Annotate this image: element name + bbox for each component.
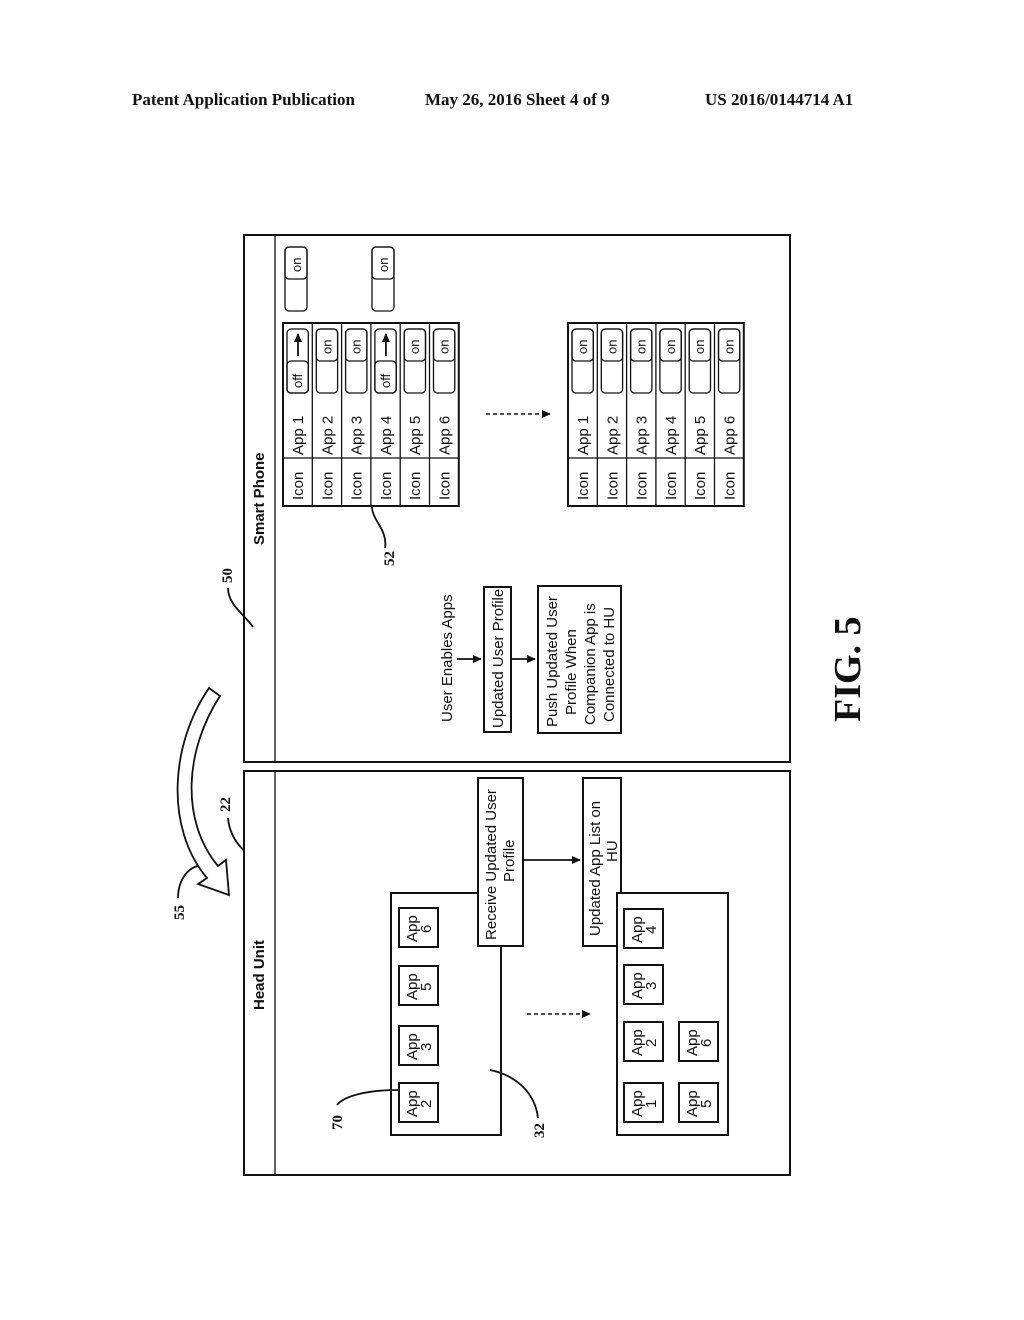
toggle-state: on <box>692 340 707 354</box>
app-tile[interactable]: App6 <box>678 1021 719 1062</box>
app-tile-number: 5 <box>698 1100 715 1108</box>
toggle-label: on <box>376 258 391 272</box>
flow-push-line-2: Profile When <box>563 629 580 715</box>
figure-5-drawing: Smart Phone on on Icon App 1 off Icon App 2 o… <box>172 234 869 1176</box>
app-name: App 2 <box>604 416 621 455</box>
app-tile-number: 4 <box>643 926 660 934</box>
app-icon-placeholder: Icon <box>722 472 739 500</box>
smart-phone-panel: Smart Phone on on Icon App 1 off Icon App 2 o… <box>220 234 791 763</box>
app-tile-number: 1 <box>643 1100 660 1108</box>
app-tile[interactable]: App2 <box>398 1082 439 1123</box>
toggle-state: on <box>437 340 452 354</box>
head-unit-title: Head Unit <box>251 940 268 1010</box>
flow-push-line-4: Connected to HU <box>601 607 618 722</box>
flow-step-user-enables-apps: User Enables Apps <box>439 594 456 722</box>
app-name: App 1 <box>575 416 592 455</box>
ref-22: 22 <box>218 797 234 812</box>
app-tile-number: 2 <box>643 1039 660 1047</box>
toggle-state: on <box>663 340 678 354</box>
app-icon-placeholder: Icon <box>349 472 366 500</box>
app-tile[interactable]: App1 <box>623 1082 664 1123</box>
curved-arrow-shape <box>176 686 231 897</box>
app-name: App 6 <box>722 416 739 455</box>
app-tile-number: 5 <box>418 983 435 991</box>
toggle-state: on <box>319 340 334 354</box>
app-name: App 1 <box>290 416 307 455</box>
flow-step-updated-user-profile: Updated User Profile <box>490 589 507 728</box>
app-list-after: Icon App 1 on Icon App 2 on Icon App 3 on Icon App… <box>567 322 745 507</box>
update-line-2: HU <box>604 840 621 862</box>
app-tile[interactable]: App4 <box>623 908 664 949</box>
head-unit-panel: Head Unit App2 App3 App5 App6 Receive Updat… <box>243 770 791 1176</box>
smart-phone-title: Smart Phone <box>251 452 268 545</box>
toggle-state: on <box>604 340 619 354</box>
ref-32: 32 <box>532 1123 548 1138</box>
app-name: App 6 <box>437 416 454 455</box>
app-name: App 4 <box>378 416 395 455</box>
app-tile[interactable]: App2 <box>623 1021 664 1062</box>
toggle-state: off <box>290 373 305 388</box>
app-tile[interactable]: App3 <box>398 1025 439 1066</box>
figure-label: FIG. 5 <box>827 616 869 722</box>
ref-52: 52 <box>382 551 398 566</box>
toggle-state: on <box>575 340 590 354</box>
app-name: App 3 <box>634 416 651 455</box>
toggle-state: on <box>349 340 364 354</box>
toggle-label: on <box>289 258 304 272</box>
app-name: App 3 <box>349 416 366 455</box>
app-icon-placeholder: Icon <box>634 472 651 500</box>
toggle-state: on <box>722 340 737 354</box>
app-list-before: Icon App 1 off Icon App 2 on Icon App 3 on Icon Ap… <box>282 322 460 507</box>
flow-push-line-3: Companion App is <box>582 603 599 725</box>
app-icon-placeholder: Icon <box>437 472 454 500</box>
receive-line-2: Profile <box>501 839 518 882</box>
app-tile-number: 3 <box>643 982 660 990</box>
app-tile[interactable]: App6 <box>398 907 439 948</box>
app-name: App 5 <box>407 416 424 455</box>
flow-push-line-1: Push Updated User <box>544 596 561 727</box>
app-tile[interactable]: App3 <box>623 964 664 1005</box>
app-icon-placeholder: Icon <box>575 472 592 500</box>
app-icon-placeholder: Icon <box>378 472 395 500</box>
app-icon-placeholder: Icon <box>604 472 621 500</box>
app-name: App 2 <box>319 416 336 455</box>
ref-70: 70 <box>330 1115 346 1130</box>
app-icon-placeholder: Icon <box>692 472 709 500</box>
update-line-1: Updated App List on <box>587 801 604 936</box>
app-icon-placeholder: Icon <box>290 472 307 500</box>
app-tile-number: 2 <box>418 1100 435 1108</box>
toggle-state: on <box>634 340 649 354</box>
app-name: App 5 <box>692 416 709 455</box>
app-tile-number: 3 <box>418 1043 435 1051</box>
app-tile-number: 6 <box>698 1039 715 1047</box>
app-icon-placeholder: Icon <box>319 472 336 500</box>
ref-55: 55 <box>172 905 188 920</box>
app-tile[interactable]: App5 <box>678 1082 719 1123</box>
app-icon-placeholder: Icon <box>407 472 424 500</box>
app-icon-placeholder: Icon <box>663 472 680 500</box>
app-name: App 4 <box>663 416 680 455</box>
ref-50: 50 <box>220 568 236 583</box>
toggle-state: on <box>407 340 422 354</box>
ref-leader-55 <box>177 865 199 899</box>
toggle-state: off <box>378 373 393 388</box>
app-tile-number: 6 <box>418 925 435 933</box>
app-tile[interactable]: App5 <box>398 965 439 1006</box>
receive-line-1: Receive Updated User <box>483 789 500 940</box>
